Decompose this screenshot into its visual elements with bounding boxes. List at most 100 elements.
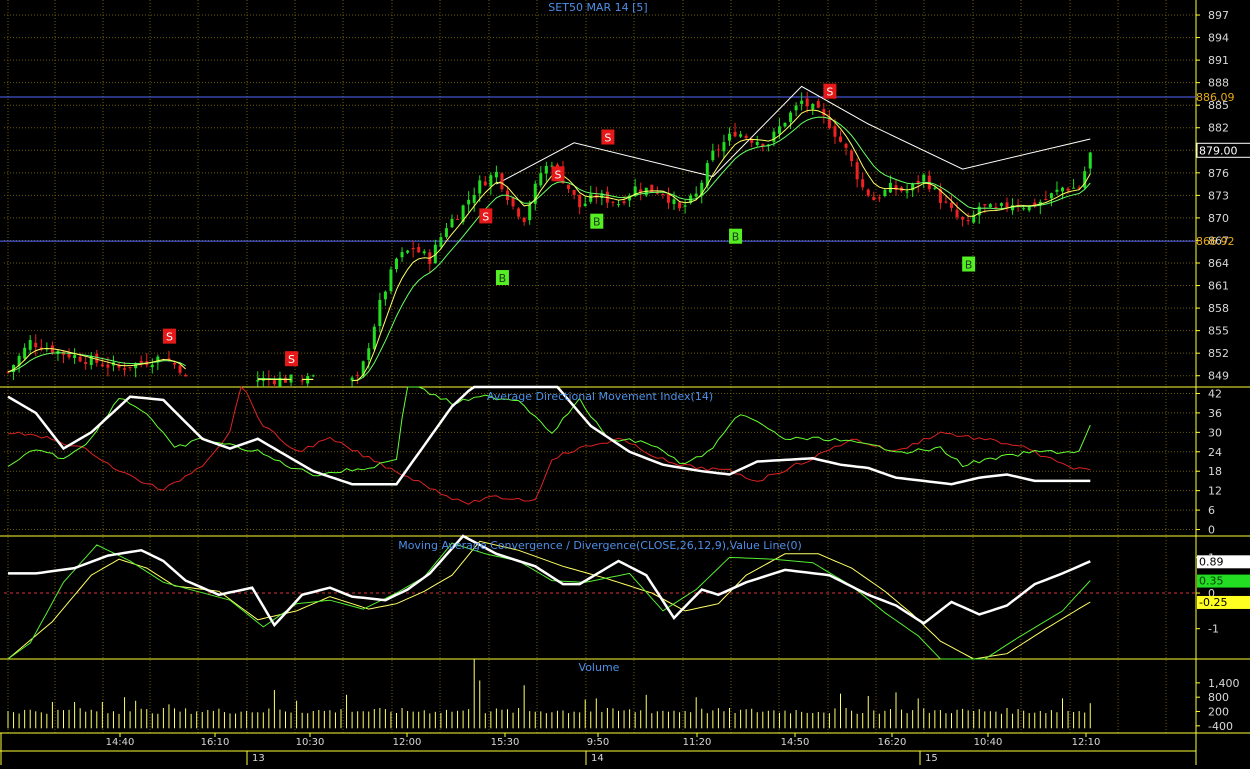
candle-body [395,258,398,270]
price-tick-label: 891 [1208,54,1229,67]
candle-body [178,365,182,373]
adx-tick-label: 30 [1208,426,1222,439]
price-tick-label: 858 [1208,302,1229,315]
candle-body [378,299,382,327]
price-tick-label: 882 [1208,122,1229,135]
candle-body [411,248,415,250]
candle-body [589,194,593,202]
candle-body [511,197,515,207]
candle-body [572,190,576,195]
candle-body [1088,152,1092,169]
candle-body [128,367,132,369]
candle-body [78,356,82,362]
candle-body [23,347,27,359]
price-tick-label: 894 [1208,32,1229,45]
adx-panel-title: Average Directional Movement Index(14) [487,390,713,403]
time-label: 12:00 [393,737,422,748]
candle-body [872,197,876,201]
candle-body [855,162,859,180]
candle-body [34,342,38,348]
candle-body [844,143,848,148]
candle-body [866,189,870,196]
candle-body [528,204,532,221]
time-label: 10:40 [974,737,1003,748]
candle-body [1049,193,1053,199]
candle-body [173,363,176,365]
volume-tick-label: 800 [1208,691,1229,704]
volume-panel-title: Volume [579,661,620,674]
macd-panel-title: Moving Average Convergence / Divergence(… [398,539,802,552]
macd-tick-label: -1 [1208,623,1219,636]
candle-body [544,165,548,174]
candle-body [500,173,504,190]
macd-value-label: 0.89 [1199,555,1224,568]
candle-body [106,364,110,368]
candle-body [888,182,892,193]
candle-body [617,204,620,206]
price-tick-label: 888 [1208,77,1229,90]
candle-body [966,220,970,222]
candle-body [711,150,715,161]
candle-body [750,139,754,143]
candle-body [472,195,476,203]
sell-signal-label: S [554,168,561,181]
candle-body [672,199,676,205]
day-label: 13 [252,753,265,764]
sell-signal-label: S [166,331,173,344]
horizontal-level-label: 886.09 [1196,91,1235,104]
candle-body [622,201,626,204]
candle-body [905,191,909,193]
price-tick-label: 852 [1208,347,1229,360]
time-label: 11:20 [683,737,712,748]
candle-body [961,217,965,220]
adx-tick-label: 36 [1208,407,1222,420]
volume-tick-label: -400 [1208,720,1233,733]
price-tick-label: 873 [1208,189,1229,202]
candle-body [478,180,482,194]
time-label: 10:30 [296,737,325,748]
candle-body [28,340,32,350]
candle-body [772,131,776,142]
time-label: 14:50 [781,737,810,748]
candle-body [256,380,260,382]
candle-body [850,150,854,162]
candle-body [494,171,498,178]
candle-body [661,193,665,195]
day-label: 14 [591,753,604,764]
sell-signal-label: S [826,86,833,99]
candle-body [955,209,959,218]
candle-body [467,199,471,205]
candle-body [988,204,992,208]
candle-body [733,131,737,137]
candle-body [1055,189,1059,192]
signal-markers: S S S S S S B B B B [162,83,976,367]
price-tick-label: 864 [1208,257,1229,270]
time-label: 16:20 [878,737,907,748]
candle-body [839,136,842,142]
candle-body [139,360,143,364]
candle-body [284,377,287,383]
candle-body [883,189,887,196]
time-label: 12:10 [1072,737,1101,748]
trend-lines [496,85,1091,185]
buy-signal-label: B [499,272,507,285]
candle-body [800,100,804,104]
candle-body [861,179,865,188]
time-label: 15:30 [491,737,520,748]
candle-body [755,141,759,146]
candle-body [1022,208,1026,210]
candle-body [367,348,371,360]
candle-body [1066,188,1070,191]
day-label: 15 [925,753,938,764]
candle-body [783,122,787,127]
candle-body [922,174,926,182]
candle-body [1061,187,1064,192]
candle-body [150,364,154,368]
candle-body [950,202,953,208]
adx-tick-label: 12 [1208,485,1222,498]
trend-line [712,85,1091,177]
sell-signal-label: S [288,353,295,366]
panel-frames [0,0,1250,765]
candle-body [739,134,743,137]
candle-body [483,181,487,186]
